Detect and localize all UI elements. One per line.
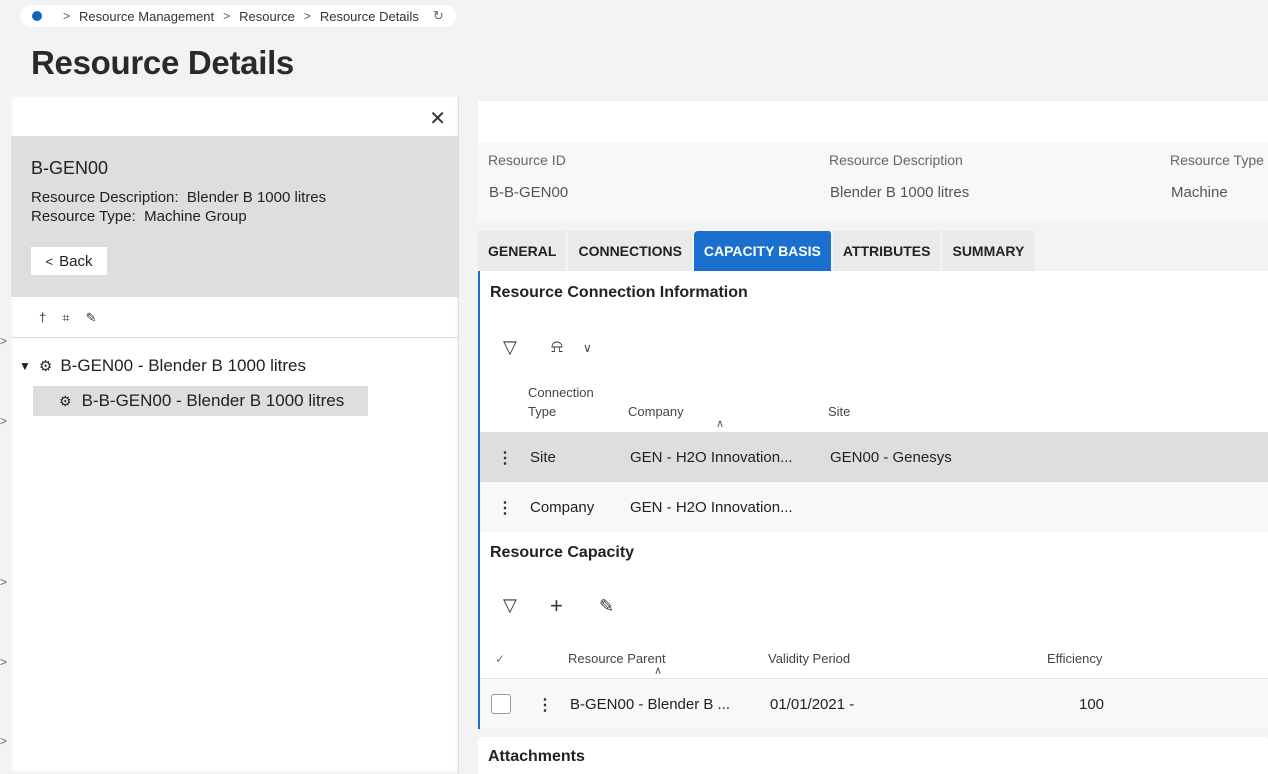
column-header-site[interactable]: Site	[828, 404, 850, 419]
chevron-right-icon[interactable]: >	[0, 575, 7, 589]
close-icon[interactable]: ✕	[429, 106, 446, 131]
info-card-header	[478, 101, 1268, 143]
column-header-connection-type-line1: Connection	[528, 385, 594, 400]
attachments-card: Attachments	[478, 737, 1268, 774]
attachments-title: Attachments	[488, 748, 585, 765]
more-vert-icon[interactable]: ⋮	[497, 498, 513, 518]
gear-icon: ⚙	[59, 392, 72, 409]
summary-description: Resource Description: Blender B 1000 lit…	[31, 189, 326, 206]
more-vert-icon[interactable]: ⋮	[537, 695, 553, 715]
summary-description-value: Blender B 1000 litres	[186, 189, 327, 206]
resource-info-card: Resource ID B-B-GEN00 Resource Descripti…	[478, 101, 1268, 221]
summary-type-label: Resource Type:	[31, 208, 136, 225]
column-header-connection-type[interactable]: Connection Type	[528, 385, 594, 419]
capacity-basis-panel: Resource Connection Information ▽ ⍾ ∨ Co…	[478, 271, 1268, 729]
chevron-right-icon[interactable]: >	[0, 414, 7, 428]
chevron-right-icon: >	[63, 9, 71, 23]
cell-connection-type: Company	[530, 499, 595, 516]
sort-asc-icon[interactable]: ∧	[654, 664, 662, 677]
hierarchy-icon[interactable]: ⌗	[62, 310, 69, 326]
chevron-down-icon[interactable]: ∨	[583, 341, 592, 355]
breadcrumb-item-resource-management[interactable]: Resource Management	[79, 9, 214, 24]
filter-icon[interactable]: ▽	[503, 337, 517, 358]
cell-connection-type: Site	[530, 449, 556, 466]
field-label-resource-description: Resource Description	[829, 152, 963, 168]
tab-summary[interactable]: SUMMARY	[942, 231, 1037, 271]
chevron-right-icon[interactable]: >	[0, 334, 7, 348]
summary-type-value: Machine Group	[144, 208, 247, 225]
cell-site: GEN00 - Genesys	[830, 449, 952, 466]
tab-general[interactable]: GENERAL	[478, 231, 569, 271]
cell-company: GEN - H2O Innovation...	[630, 499, 793, 516]
cell-validity-period: 01/01/2021 -	[770, 696, 855, 713]
info-fields: Resource ID B-B-GEN00 Resource Descripti…	[478, 143, 1268, 221]
column-header-efficiency[interactable]: Efficiency	[1047, 651, 1102, 666]
bell-icon[interactable]: ⍾	[551, 336, 563, 357]
select-all-check-icon[interactable]: ✓	[495, 652, 505, 666]
breadcrumb-item-resource[interactable]: Resource	[239, 9, 295, 24]
column-header-connection-type-line2: Type	[528, 404, 557, 419]
tree-toolbar: † ⌗ ✎	[39, 310, 96, 326]
table-row[interactable]: ⋮ Site GEN - H2O Innovation... GEN00 - G…	[480, 432, 1268, 482]
summary-description-label: Resource Description:	[31, 189, 179, 206]
field-value-resource-description: Blender B 1000 litres	[830, 184, 970, 201]
tab-connections[interactable]: CONNECTIONS	[568, 231, 694, 271]
column-header-resource-parent[interactable]: Resource Parent	[568, 651, 666, 666]
tree-node-root[interactable]: ▼ ⚙ B-GEN00 - Blender B 1000 litres	[19, 356, 306, 376]
table-row[interactable]: ⋮ B-GEN00 - Blender B ... 01/01/2021 - 1…	[480, 678, 1268, 729]
tree-node-child-label: B-B-GEN00 - Blender B 1000 litres	[81, 391, 345, 410]
table-row[interactable]: ⋮ Company GEN - H2O Innovation...	[480, 482, 1268, 532]
sort-asc-icon[interactable]: ∧	[716, 417, 724, 430]
resource-summary: B-GEN00 Resource Description: Blender B …	[11, 136, 458, 297]
divider	[11, 337, 458, 338]
pin-icon[interactable]: †	[39, 310, 46, 326]
summary-type: Resource Type: Machine Group	[31, 208, 247, 225]
breadcrumb-item-resource-details: Resource Details	[319, 8, 419, 24]
row-checkbox[interactable]	[491, 694, 511, 714]
tree-node-root-label: B-GEN00 - Blender B 1000 litres	[60, 356, 307, 375]
chevron-right-icon[interactable]: >	[0, 734, 7, 748]
cell-resource-parent: B-GEN00 - Blender B ...	[570, 696, 731, 713]
machine-group-icon: ⚙	[38, 358, 53, 375]
page-title: Resource Details	[31, 44, 294, 81]
more-vert-icon[interactable]: ⋮	[497, 448, 513, 468]
filter-icon[interactable]: ▽	[503, 595, 517, 616]
chevron-right-icon: >	[303, 9, 311, 23]
field-value-resource-type: Machine	[1171, 184, 1228, 201]
field-label-resource-id: Resource ID	[488, 152, 566, 168]
cell-efficiency: 100	[1079, 696, 1105, 713]
back-button[interactable]: < Back	[31, 247, 107, 275]
summary-resource-id: B-GEN00	[31, 158, 109, 178]
capacity-section-title: Resource Capacity	[490, 544, 635, 561]
edit-icon[interactable]: ✎	[599, 596, 614, 617]
field-value-resource-id: B-B-GEN00	[489, 184, 569, 201]
caret-down-icon[interactable]: ▼	[19, 359, 31, 373]
left-panel: ✕ B-GEN00 Resource Description: Blender …	[11, 97, 459, 774]
chevron-right-icon[interactable]: >	[0, 655, 7, 669]
column-header-validity-period[interactable]: Validity Period	[768, 651, 850, 666]
breadcrumb: > Resource Management > Resource > Resou…	[20, 5, 456, 27]
edit-icon[interactable]: ✎	[86, 310, 97, 326]
refresh-icon[interactable]: ↻	[433, 8, 444, 24]
back-button-label: Back	[59, 252, 93, 270]
column-header-company[interactable]: Company	[628, 404, 684, 419]
tree-node-child[interactable]: ⚙ B-B-GEN00 - Blender B 1000 litres	[33, 386, 368, 416]
tab-capacity-basis[interactable]: CAPACITY BASIS	[693, 231, 833, 271]
field-label-resource-type: Resource Type	[1170, 152, 1264, 168]
chevron-right-icon: >	[223, 9, 231, 23]
cell-company: GEN - H2O Innovation...	[630, 449, 793, 466]
chevron-left-icon: <	[45, 253, 54, 269]
home-icon[interactable]	[32, 11, 42, 21]
tab-bar: GENERAL CONNECTIONS CAPACITY BASIS ATTRI…	[478, 231, 1037, 271]
tab-attributes[interactable]: ATTRIBUTES	[832, 231, 943, 271]
add-icon[interactable]: +	[550, 593, 563, 619]
connections-section-title: Resource Connection Information	[490, 284, 748, 301]
